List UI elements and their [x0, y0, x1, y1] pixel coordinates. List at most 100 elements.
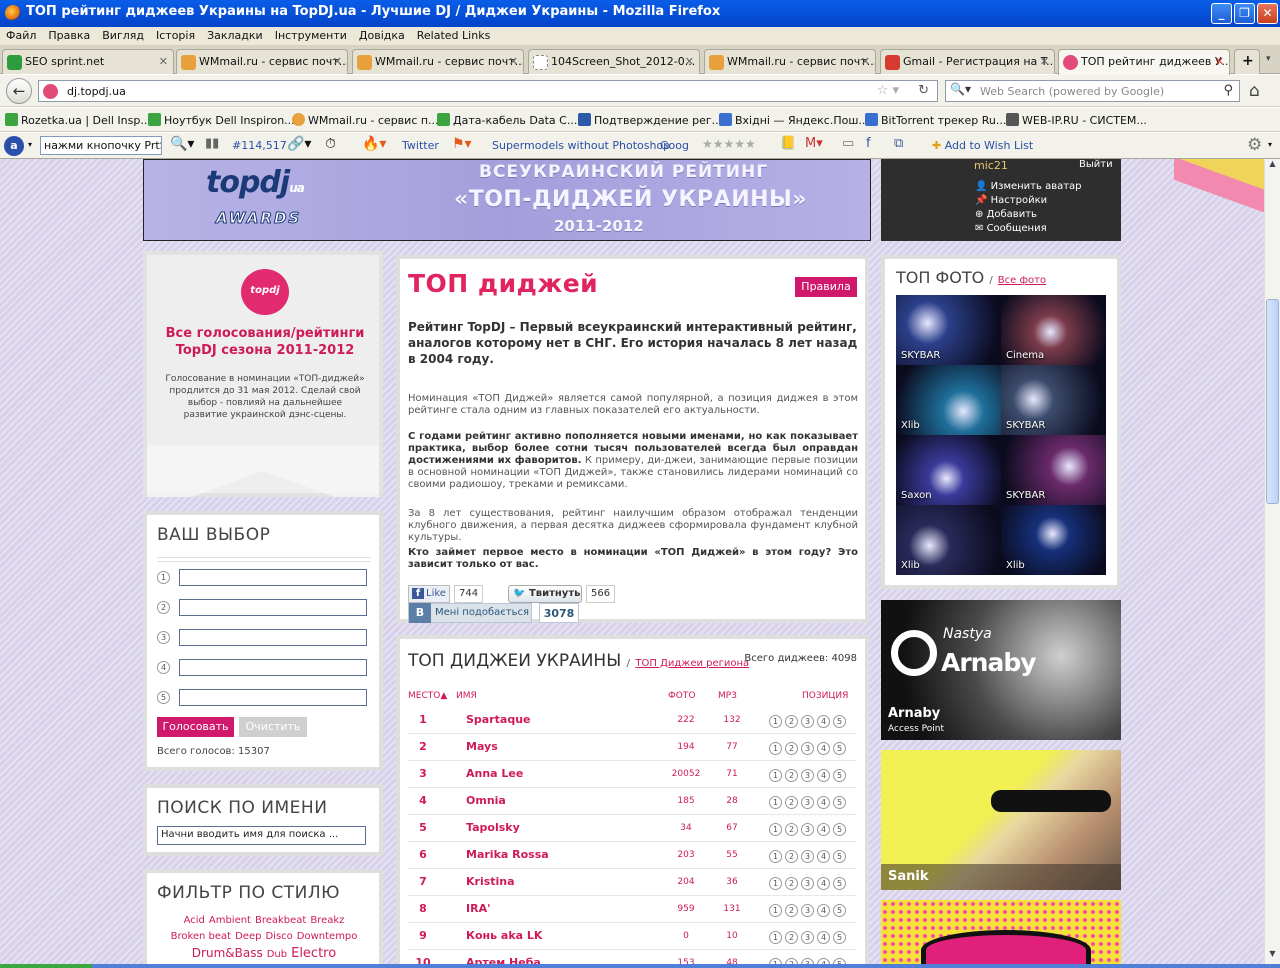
fire-icon[interactable]: 🔥▾ [362, 136, 386, 152]
tab-list-chevron-icon[interactable]: ▾ [1266, 54, 1271, 64]
dj-mp3-count[interactable]: 28 [712, 796, 752, 806]
logout-link[interactable]: Выйти [1079, 159, 1113, 170]
tag-acid[interactable]: Acid [184, 915, 205, 926]
bookmark-star-icon[interactable]: ☆ ▾ [877, 83, 899, 98]
dj-photo-count[interactable]: 203 [664, 850, 708, 860]
vk-like-button[interactable]: В Мені подобається [408, 603, 532, 623]
tab-wmmail-2[interactable]: WMmail.ru - сервис почт... ✕ [352, 49, 524, 74]
position-vote-button[interactable]: 3 [801, 931, 814, 944]
position-vote-button[interactable]: 1 [769, 877, 782, 890]
position-vote-button[interactable]: 4 [817, 796, 830, 809]
notes-icon[interactable]: 📒 [780, 136, 796, 151]
dj-mp3-count[interactable]: 77 [712, 742, 752, 752]
gmail-icon[interactable]: M▾ [805, 136, 823, 151]
awards-banner[interactable]: topdjua AWARDS ВСЕУКРАИНСКИЙ РЕЙТИНГ «ТОП… [143, 159, 871, 241]
dj-name-link[interactable]: Kristina [466, 875, 515, 888]
tweet-button[interactable]: 🐦 Твитнуть [508, 585, 582, 603]
scroll-thumb[interactable] [1266, 299, 1279, 504]
close-button[interactable]: ✕ [1257, 3, 1278, 24]
top-photo-thumb[interactable]: SKYBAR [1001, 435, 1106, 505]
dj-mp3-count[interactable]: 71 [712, 769, 752, 779]
dj-name-link[interactable]: Marika Rossa [466, 848, 549, 861]
position-vote-button[interactable]: 1 [769, 742, 782, 755]
tag-drum-and-bass[interactable]: Drum&Bass [192, 946, 263, 960]
dj-photo-count[interactable]: 20052 [664, 769, 708, 779]
top-photo-thumb[interactable]: Xlib [896, 365, 1001, 435]
position-vote-button[interactable]: 5 [833, 850, 846, 863]
clear-button[interactable]: Очистить [239, 717, 307, 737]
search-engine-icon[interactable]: 🔍▾ [950, 82, 971, 96]
timer-icon[interactable]: ⏱ [325, 136, 336, 152]
web-search-input[interactable]: 🔍▾ Web Search (powered by Google) ⚲ [945, 80, 1240, 102]
rules-button[interactable]: Правила [795, 277, 857, 297]
position-vote-button[interactable]: 3 [801, 769, 814, 782]
position-vote-button[interactable]: 1 [769, 904, 782, 917]
dj-photo-count[interactable]: 185 [664, 796, 708, 806]
bookmark-item[interactable]: WEB-IP.RU - СИСТЕМ... [1006, 113, 1147, 127]
facebook-like-button[interactable]: f Like [408, 585, 450, 603]
position-vote-button[interactable]: 1 [769, 715, 782, 728]
tag-breakz[interactable]: Breakz [310, 915, 344, 926]
back-arrow-icon[interactable]: ← [6, 78, 32, 104]
pagerank-icon[interactable]: ▮▮ [205, 136, 219, 151]
col-mp3[interactable]: MP3 [718, 691, 737, 701]
position-vote-button[interactable]: 5 [833, 823, 846, 836]
position-vote-button[interactable]: 2 [785, 904, 798, 917]
name-search-input[interactable]: Начни вводить имя для поиска ... [157, 826, 366, 845]
promo-sanik[interactable]: Sanik [881, 750, 1121, 890]
maximize-button[interactable]: ❐ [1234, 3, 1255, 24]
bookmark-item[interactable]: BitTorrent трекер Ru... [865, 113, 1006, 127]
position-vote-button[interactable]: 4 [817, 742, 830, 755]
position-vote-button[interactable]: 2 [785, 715, 798, 728]
dj-photo-count[interactable]: 959 [664, 904, 708, 914]
region-ranking-link[interactable]: ТОП Диджеи региона [635, 658, 749, 669]
dj-mp3-count[interactable]: 131 [712, 904, 752, 914]
site-identity-icon[interactable] [43, 84, 58, 99]
tab-close-icon[interactable]: ✕ [1215, 55, 1224, 68]
dj-photo-count[interactable]: 194 [664, 742, 708, 752]
position-vote-button[interactable]: 5 [833, 715, 846, 728]
dj-mp3-count[interactable]: 132 [712, 715, 752, 725]
menu-help[interactable]: Довідка [353, 27, 411, 42]
dj-mp3-count[interactable]: 10 [712, 931, 752, 941]
position-vote-button[interactable]: 2 [785, 931, 798, 944]
tab-close-icon[interactable]: ✕ [159, 55, 168, 68]
tab-seo-sprint[interactable]: SEO sprint.net ✕ [2, 49, 174, 74]
gear-chevron-icon[interactable]: ▾ [1268, 140, 1272, 149]
position-vote-button[interactable]: 3 [801, 823, 814, 836]
all-photos-link[interactable]: Все фото [998, 275, 1046, 286]
add-link[interactable]: ⊕ Добавить [975, 208, 1082, 222]
dj-mp3-count[interactable]: 55 [712, 850, 752, 860]
copy-icon[interactable]: ⧉ [894, 136, 903, 151]
dj-photo-count[interactable]: 204 [664, 877, 708, 887]
menu-file[interactable]: Файл [0, 27, 42, 42]
scroll-up-icon[interactable]: ▲ [1266, 159, 1279, 172]
season-promo[interactable]: topdj Все голосования/рейтинги TopDJ сез… [143, 251, 383, 497]
menu-bookmarks[interactable]: Закладки [201, 27, 269, 42]
dj-name-link[interactable]: Anna Lee [466, 767, 523, 780]
tag-ambient[interactable]: Ambient [209, 915, 251, 926]
vote-slot-input[interactable] [179, 659, 367, 676]
dj-photo-count[interactable]: 222 [664, 715, 708, 725]
tab-wmmail-1[interactable]: WMmail.ru - сервис почт... ✕ [176, 49, 348, 74]
ask-menu-chevron-icon[interactable]: ▾ [28, 140, 32, 149]
tag-breakbeat[interactable]: Breakbeat [255, 915, 306, 926]
position-vote-button[interactable]: 5 [833, 796, 846, 809]
tag-broken-beat[interactable]: Broken beat [171, 931, 232, 942]
position-vote-button[interactable]: 2 [785, 769, 798, 782]
col-photo[interactable]: ФОТО [668, 691, 695, 701]
position-vote-button[interactable]: 3 [801, 742, 814, 755]
menu-history[interactable]: Історія [150, 27, 201, 42]
top-photo-thumb[interactable]: Saxon [896, 435, 1001, 505]
position-vote-button[interactable]: 4 [817, 877, 830, 890]
position-vote-button[interactable]: 5 [833, 769, 846, 782]
position-vote-button[interactable]: 2 [785, 742, 798, 755]
menu-edit[interactable]: Правка [42, 27, 96, 42]
col-place[interactable]: МЕСТО▲ [408, 691, 447, 701]
facebook-icon[interactable]: f [866, 136, 871, 151]
dj-name-link[interactable]: IRA' [466, 902, 490, 915]
messages-link[interactable]: ✉ Сообщения [975, 222, 1082, 236]
bookmark-item[interactable]: WMmail.ru - сервис п... [292, 113, 439, 127]
supermodels-link[interactable]: Supermodels without Photoshop [492, 139, 670, 152]
top-photo-thumb[interactable]: SKYBAR [1001, 365, 1106, 435]
